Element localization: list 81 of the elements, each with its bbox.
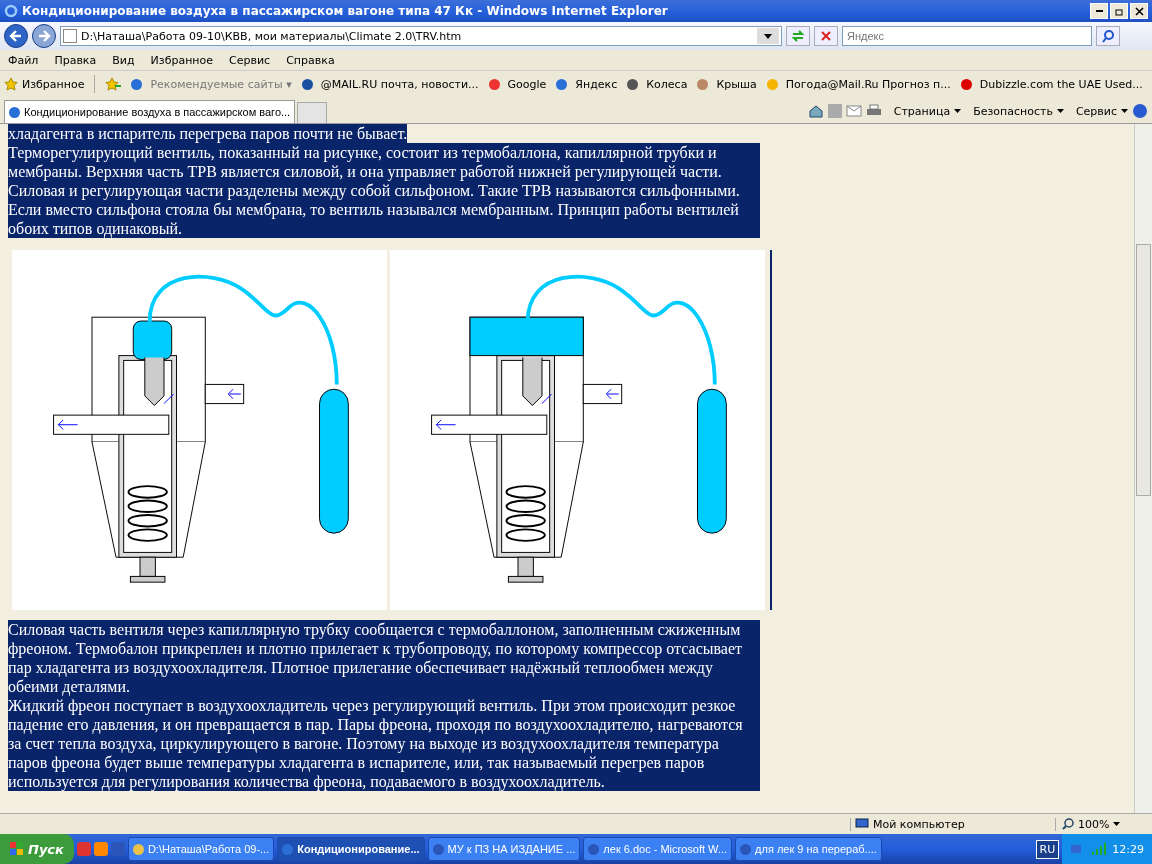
paragraph: Терморегулирующий вентиль, показанный на рисунке, состоит из термобаллона, капиллярной трубки и мембраны. Верхняя часть ТРВ является силовой, и она управляет работой нижней регулирующей части. Силовая и регулирующая части разделены между собой сильфоном. Такие ТРВ называются сильфонными. Если вместо сильфона стояла бы мембрана, то вентиль назывался мембранным. Принцип работы вентилей обоих типов одинаковый. [8,143,760,238]
caret-icon [1056,109,1064,113]
app-icon [588,843,600,855]
paragraph: Жидкий фреон поступает в воздухоохладитель через регулирующий вентиль. При этом происходит резкое падение его давления, и он превращается в пар. Пары фреона, проходя по воздухоохладителю, нагреваются за счет тепла воздуха, циркулирующего в вагоне. Поэтому на выходе из воздухоохладителя температура паров фреона будет выше температуры хладагента в испарителе, или, так называемый перегрев паров используется для регулирования количества фреона, подаваемого в воздухоохладитель. [8,696,760,791]
page-icon [9,106,20,118]
back-button[interactable] [4,24,28,48]
favorites-link[interactable]: Крыша [697,77,757,91]
taskbar-button[interactable]: для лек 9 на перераб.... [735,837,882,861]
taskbar-button[interactable]: МУ к ПЗ НА ИЗДАНИЕ ... [427,837,581,861]
favorites-link[interactable]: Dubizzle.com the UAE Used... [960,77,1143,91]
site-icon [301,78,313,90]
search-field[interactable]: Яндекс [842,26,1092,46]
refresh-button[interactable] [786,26,810,46]
site-icon [627,78,639,90]
favorites-link[interactable]: Google [488,77,547,91]
site-icon [488,78,500,90]
address-field[interactable]: D:\Наташа\Работа 09-10\КВВ, мои материалы\Climate 2.0\TRV.htm [60,26,782,46]
command-menu[interactable]: Безопасность [973,104,1053,118]
window-title: Кондиционирование воздуха в пассажирском вагоне типа 47 Кк - Windows Internet Explorer [22,4,669,18]
zone-label: Мой компьютер [850,817,1055,831]
taskbar-button[interactable]: D:\Наташа\Работа 09-... [127,837,275,861]
paragraph: Силовая часть вентиля через капиллярную трубку сообщается с термобаллоном, заполненным сжиженным фреоном. Термобалон прикреплен и плотно прилегает к трубопроводу, по которому компрессор отсасывает пар хладагента из воздухоохладителя. Плотное прилегание обеспечивает надёжный теплообмен между обеими деталями. [8,620,760,696]
menu-item[interactable]: Справка [286,53,335,67]
printer-icon[interactable] [865,104,882,118]
maximize-button[interactable] [1110,3,1128,19]
search-button[interactable] [1096,26,1120,46]
stop-button[interactable] [814,26,838,46]
forward-arrow-icon [37,29,51,43]
restore-icon [1114,6,1124,16]
app-icon [282,843,294,855]
browser-tab[interactable]: Кондиционирование воздуха в пассажирском ваго... [4,100,296,123]
caret-icon [954,109,962,113]
caret-icon [1121,109,1128,113]
site-icon [960,78,972,90]
favorites-link[interactable]: Яндекс [556,77,618,91]
site-icon [766,78,778,90]
menu-item[interactable]: Файл [8,53,39,67]
computer-icon [855,818,869,830]
add-favorite-icon [105,77,122,91]
minimize-icon [1095,10,1103,12]
star-icon [4,77,18,91]
close-icon [1134,6,1144,16]
site-icon [131,78,143,90]
paragraph: хладагента в испаритель перегрева паров почти не бывает. [8,124,408,143]
close-button[interactable] [1130,3,1148,19]
windows-logo-icon [10,842,24,856]
mail-icon[interactable] [845,105,862,117]
favorites-link[interactable]: Погода@Mail.Ru Прогноз п... [766,77,951,91]
favorites-link[interactable]: @MAIL.RU почта, новости... [301,77,479,91]
clock: 12:29 [1112,842,1144,856]
quick-launch-icon[interactable] [93,842,108,856]
browser-logo-icon [4,4,18,18]
zoom-icon [1062,818,1074,830]
app-icon [740,843,752,855]
app-icon [132,843,144,855]
favorites-link[interactable]: Колеса [627,77,688,91]
search-icon [1101,29,1115,43]
zoom-level[interactable]: 100% [1078,817,1110,831]
favorites-button[interactable]: Избранное [4,77,85,91]
app-icon [432,843,444,855]
menu-item[interactable]: Правка [54,53,97,67]
taskbar-button[interactable]: лек 6.doc - Microsoft W... [583,837,733,861]
menu-item[interactable]: Избранное [150,53,214,67]
home-icon[interactable] [807,104,824,118]
language-indicator[interactable]: RU [1035,839,1060,859]
command-menu[interactable]: Страница [893,104,951,118]
stop-icon [820,30,832,42]
scrollbar-thumb[interactable] [1136,244,1151,496]
forward-button[interactable] [32,24,56,48]
command-menu[interactable]: Сервис [1075,104,1117,118]
back-arrow-icon [9,29,23,43]
taskbar-button[interactable]: Кондиционирование... [277,837,425,861]
menu-item[interactable]: Сервис [229,53,271,67]
minimize-button[interactable] [1090,3,1108,19]
site-icon [697,78,709,90]
menu-item[interactable]: Вид [112,53,135,67]
site-icon [556,78,568,90]
refresh-icon [791,29,805,43]
vertical-scrollbar[interactable] [1134,124,1152,813]
favorites-link[interactable]: Рекомендуемые сайты ▾ [131,77,292,91]
caret-icon [1113,822,1121,826]
